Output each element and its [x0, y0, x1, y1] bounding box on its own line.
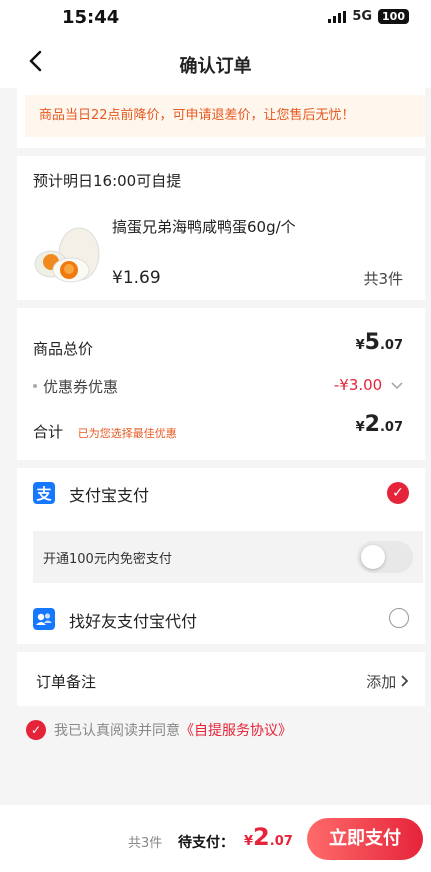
- battery-icon: 100: [378, 9, 409, 24]
- status-bar: 15:44 5G 100: [0, 0, 431, 40]
- product-price: ¥1.69: [112, 268, 161, 288]
- alipay-label: 支付宝支付: [69, 486, 150, 505]
- product-image[interactable]: [33, 214, 101, 286]
- password-free-row: 开通100元内免密支付: [33, 531, 423, 583]
- friend-pay-label: 找好友支付宝代付: [69, 612, 198, 631]
- status-indicators: 5G 100: [328, 9, 409, 24]
- total-price-value: ¥5.07: [355, 330, 403, 355]
- remark-label: 订单备注: [36, 673, 97, 691]
- agreement-link[interactable]: 《自提服务协议》: [180, 720, 292, 740]
- product-quantity: 共3件: [363, 270, 403, 288]
- network-label: 5G: [352, 9, 373, 24]
- friend-pay-icon: [33, 608, 55, 630]
- coupon-label: 优惠券优惠: [43, 378, 119, 396]
- unselected-radio-icon[interactable]: [389, 608, 409, 628]
- checkout-bar: 共3件 待支付： ¥2.07 立即支付: [0, 805, 431, 872]
- pickup-time: 预计明日16:00可自提: [33, 172, 182, 190]
- price-protect-notice: 商品当日22点前降价，可申请退差价，让您售后无忧！: [25, 95, 425, 137]
- chevron-down-icon: [391, 376, 403, 394]
- amount-due-value: ¥2.07: [244, 823, 293, 851]
- product-name[interactable]: 搞蛋兄弟海鸭咸鸭蛋60g/个: [112, 216, 296, 237]
- alipay-icon: 支: [33, 482, 55, 504]
- subtotal-value: ¥2.07: [355, 412, 403, 437]
- coupon-selector[interactable]: -¥3.00: [334, 376, 403, 394]
- signal-icon: [328, 10, 347, 23]
- nav-bar: 确认订单: [0, 40, 431, 88]
- svg-text:支: 支: [35, 485, 52, 503]
- pay-now-button[interactable]: 立即支付: [307, 818, 423, 860]
- password-free-label: 开通100元内免密支付: [43, 552, 172, 567]
- agreement-row[interactable]: ✓ 我已认真阅读并同意 《自提服务协议》: [26, 720, 292, 740]
- coupon-row: 优惠券优惠: [33, 376, 118, 397]
- item-count: 共3件: [128, 836, 163, 851]
- best-discount-note: 已为您选择最佳优惠: [77, 427, 177, 440]
- chevron-right-icon: [401, 673, 409, 691]
- status-time: 15:44: [62, 7, 120, 28]
- bullet-dot: [33, 384, 37, 388]
- subtotal-label: 合计: [33, 423, 64, 441]
- password-free-toggle[interactable]: [357, 541, 413, 573]
- agreement-check-icon[interactable]: ✓: [26, 720, 46, 740]
- total-price-label: 商品总价: [33, 340, 94, 358]
- subtotal-row: 合计 已为您选择最佳优惠: [33, 421, 177, 442]
- coupon-value: -¥3.00: [333, 376, 383, 394]
- toggle-knob: [361, 545, 385, 569]
- selected-check-icon[interactable]: ✓: [387, 482, 409, 504]
- remark-add-button[interactable]: 添加: [366, 671, 409, 692]
- friend-pay-option[interactable]: 找好友支付宝代付: [17, 594, 425, 644]
- amount-due-label: 待支付：: [178, 835, 234, 851]
- alipay-option[interactable]: 支 支付宝支付 ✓: [17, 468, 425, 518]
- agreement-text: 我已认真阅读并同意: [54, 723, 180, 739]
- page-title: 确认订单: [179, 56, 252, 77]
